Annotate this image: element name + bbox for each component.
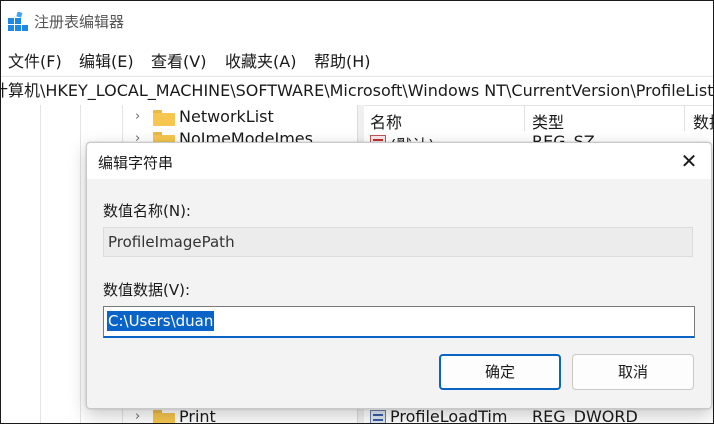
tree-guide-line: [80, 105, 81, 423]
column-separator[interactable]: [684, 105, 685, 131]
value-name-field: ProfileImagePath: [103, 227, 693, 257]
value-data-input[interactable]: C:\Users\duan: [103, 306, 695, 338]
address-bar[interactable]: 计算机\HKEY_LOCAL_MACHINE\SOFTWARE\Microsof…: [1, 76, 713, 106]
column-separator[interactable]: [524, 105, 525, 131]
column-header-data[interactable]: 数据: [693, 109, 713, 133]
tree-item-label: NetworkList: [179, 107, 274, 126]
chevron-right-icon[interactable]: ›: [135, 409, 140, 423]
chevron-right-icon[interactable]: ›: [135, 109, 140, 124]
value-data-label: 数值数据(V):: [103, 281, 191, 299]
tree-guide-line: [40, 105, 41, 423]
cancel-button[interactable]: 取消: [572, 354, 694, 390]
address-path: 计算机\HKEY_LOCAL_MACHINE\SOFTWARE\Microsof…: [1, 81, 713, 100]
column-header-name[interactable]: 名称: [370, 109, 402, 133]
close-icon[interactable]: ✕: [677, 149, 701, 173]
folder-icon: [153, 410, 175, 423]
title-bar: 注册表编辑器: [1, 1, 713, 41]
menu-help[interactable]: 帮助(H): [314, 48, 371, 72]
menu-favorites[interactable]: 收藏夹(A): [225, 48, 296, 72]
registry-editor-window: 注册表编辑器 文件(F) 编辑(E) 查看(V) 收藏夹(A) 帮助(H) 计算…: [0, 0, 714, 424]
menu-file[interactable]: 文件(F): [8, 48, 62, 72]
folder-icon: [153, 110, 175, 126]
value-data-selected-text[interactable]: C:\Users\duan: [107, 311, 215, 331]
dword-value-icon: [370, 410, 386, 423]
window-title: 注册表编辑器: [34, 13, 125, 31]
value-name: ProfileLoadTim: [390, 407, 508, 424]
dialog-title: 编辑字符串: [98, 154, 174, 172]
tree-item-label: Print: [179, 407, 216, 424]
regedit-icon: [8, 12, 28, 31]
value-name-text: ProfileImagePath: [108, 233, 235, 251]
column-header-type[interactable]: 类型: [532, 109, 564, 133]
value-name-label: 数值名称(N):: [103, 202, 191, 220]
menu-view[interactable]: 查看(V): [151, 48, 206, 72]
edit-string-dialog: 编辑字符串 ✕ 数值名称(N): ProfileImagePath 数值数据(V…: [86, 142, 712, 409]
value-type: REG_DWORD: [532, 407, 638, 424]
ok-button[interactable]: 确定: [439, 354, 561, 390]
dialog-title-bar[interactable]: 编辑字符串 ✕: [87, 143, 711, 179]
menu-edit[interactable]: 编辑(E): [79, 48, 134, 72]
